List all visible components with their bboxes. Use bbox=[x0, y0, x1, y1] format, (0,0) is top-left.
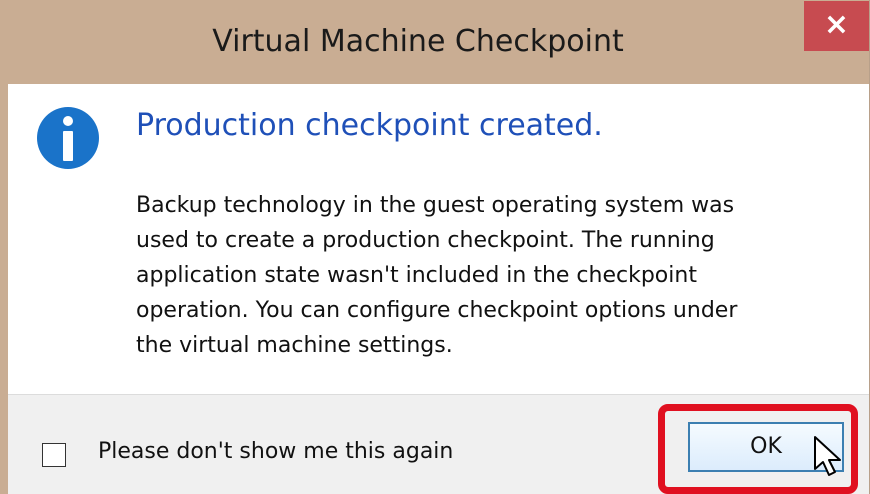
message-line: Backup technology in the guest operating… bbox=[136, 193, 735, 218]
title-bar: Virtual Machine Checkpoint × bbox=[8, 0, 869, 84]
dont-show-again-checkbox[interactable] bbox=[42, 443, 66, 467]
message-line: used to create a production checkpoint. … bbox=[136, 228, 715, 253]
arrow-cursor-icon bbox=[814, 436, 841, 476]
dialog-headline: Production checkpoint created. bbox=[136, 108, 603, 143]
dont-show-again-label[interactable]: Please don't show me this again bbox=[98, 439, 453, 464]
info-icon bbox=[37, 107, 99, 169]
message-line: application state wasn't included in the… bbox=[136, 263, 697, 288]
dialog-window: Virtual Machine Checkpoint × Production … bbox=[0, 0, 870, 494]
close-button[interactable]: × bbox=[804, 1, 869, 51]
dialog-content: Production checkpoint created. Backup te… bbox=[8, 84, 869, 394]
dialog-title: Virtual Machine Checkpoint bbox=[212, 24, 624, 59]
dialog-message: Backup technology in the guest operating… bbox=[136, 188, 836, 363]
dialog-footer: Please don't show me this again OK bbox=[8, 394, 869, 494]
message-line: the virtual machine settings. bbox=[136, 333, 453, 358]
message-line: operation. You can configure checkpoint … bbox=[136, 298, 738, 323]
